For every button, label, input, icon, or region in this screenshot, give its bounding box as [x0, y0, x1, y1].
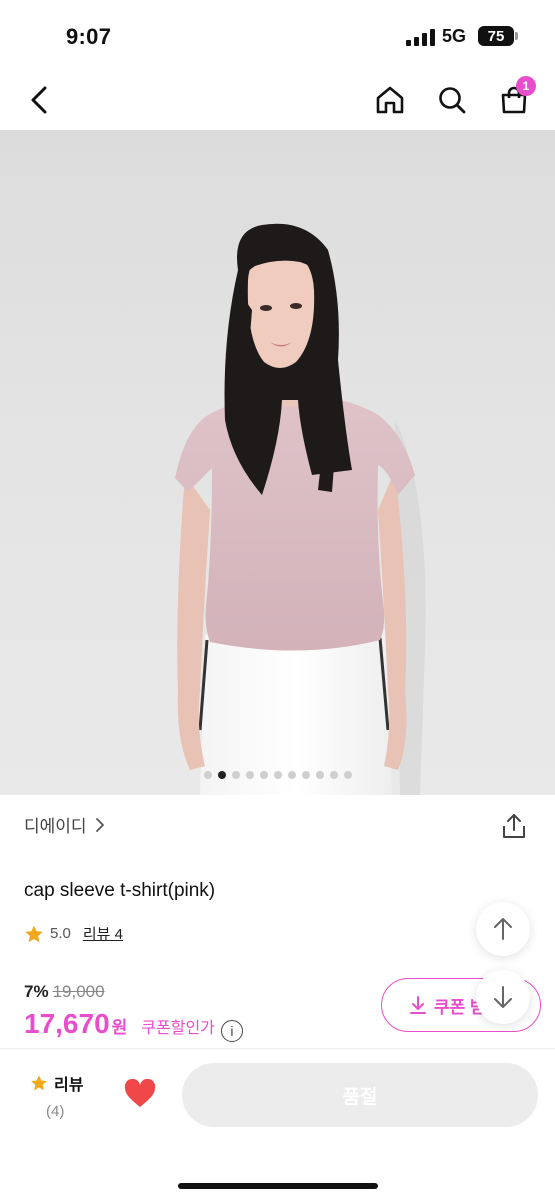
- carousel-dot[interactable]: [231, 771, 240, 779]
- carousel-dot[interactable]: [245, 771, 254, 779]
- product-title: cap sleeve t-shirt(pink): [24, 880, 216, 901]
- signal-icon: [406, 29, 436, 46]
- review-link[interactable]: 리뷰 4: [83, 923, 123, 944]
- carousel-dot[interactable]: [259, 771, 268, 779]
- like-heart-icon[interactable]: [124, 1078, 156, 1109]
- review-summary-label: 리뷰: [54, 1077, 84, 1094]
- product-photo: [175, 223, 426, 795]
- carousel-dot[interactable]: [287, 771, 296, 779]
- star-icon: [25, 925, 43, 942]
- home-indicator: [178, 1183, 378, 1189]
- status-time: 9:07: [66, 24, 112, 49]
- network-label: 5G: [442, 26, 467, 46]
- home-icon[interactable]: [370, 80, 410, 120]
- final-price: 17,670: [24, 1008, 110, 1039]
- back-icon[interactable]: [20, 80, 60, 120]
- price-area: 7% 19,000 17,670 원 쿠폰할인가 i: [24, 982, 243, 1042]
- carousel-dot[interactable]: [217, 771, 226, 779]
- carousel-dot[interactable]: [343, 771, 352, 779]
- arrow-up-icon: [494, 918, 512, 940]
- brand-name: 디에이디: [24, 817, 87, 836]
- soldout-button[interactable]: 품절: [182, 1063, 538, 1127]
- battery-icon: 75: [478, 26, 514, 46]
- coupon-price-label: 쿠폰할인가: [141, 1020, 215, 1037]
- carousel-indicator: [0, 771, 555, 779]
- carousel-dot[interactable]: [301, 771, 310, 779]
- cart-count-badge: 1: [516, 76, 536, 96]
- carousel-dot[interactable]: [273, 771, 282, 779]
- review-count: (4): [46, 1103, 65, 1120]
- arrow-down-icon: [494, 986, 512, 1008]
- chevron-right-icon: [95, 817, 104, 832]
- top-nav: 1: [0, 70, 555, 130]
- discount-percent: 7%: [24, 982, 49, 1001]
- product-image-carousel[interactable]: [0, 130, 555, 795]
- cart-icon[interactable]: 1: [494, 76, 536, 120]
- scroll-top-button[interactable]: [476, 902, 530, 956]
- carousel-dot[interactable]: [329, 771, 338, 779]
- rating-row: 5.0 리뷰 4: [24, 923, 123, 944]
- search-icon[interactable]: [432, 80, 472, 120]
- star-icon: [31, 1075, 47, 1091]
- rating-score: 5.0: [50, 925, 71, 942]
- share-icon[interactable]: [500, 812, 528, 840]
- price-unit: 원: [111, 1018, 128, 1037]
- bottom-action-bar: 리뷰 (4) 품절: [0, 1048, 555, 1200]
- status-bar: 9:07 5G 75: [0, 0, 555, 70]
- original-price: 19,000: [52, 982, 105, 1001]
- carousel-dot[interactable]: [315, 771, 324, 779]
- battery-tip: [515, 32, 518, 40]
- review-summary[interactable]: 리뷰 (4): [30, 1071, 83, 1120]
- carousel-dot[interactable]: [203, 771, 212, 779]
- info-icon[interactable]: i: [220, 1020, 243, 1042]
- download-icon: [410, 996, 426, 1014]
- scroll-down-button[interactable]: [476, 970, 530, 1024]
- brand-link[interactable]: 디에이디: [24, 812, 105, 837]
